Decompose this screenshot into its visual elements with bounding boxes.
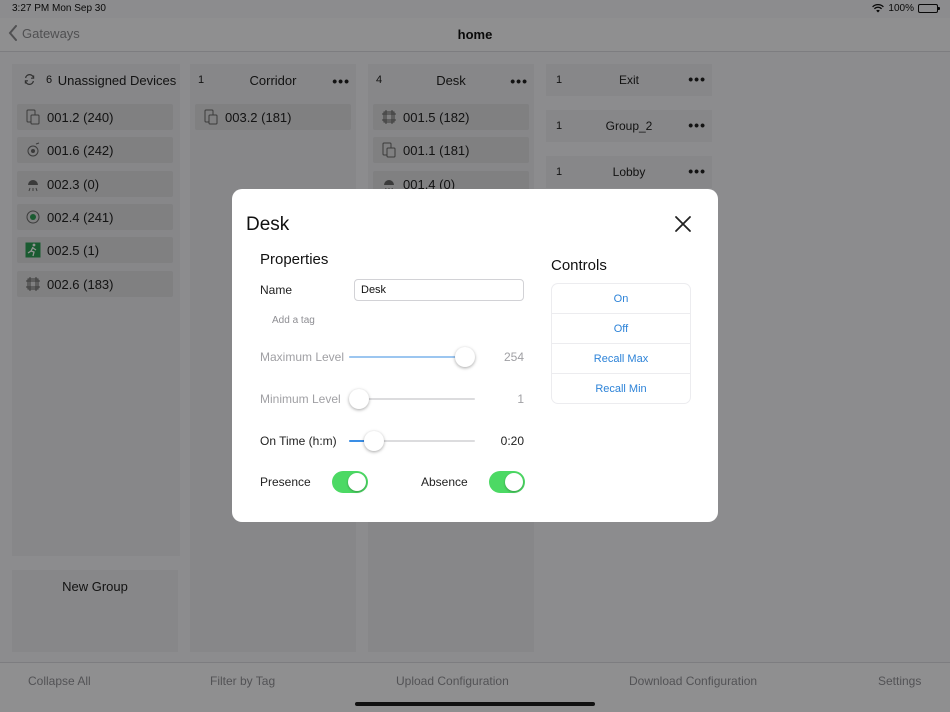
properties-heading: Properties — [260, 251, 329, 268]
minimum-level-label: Minimum Level — [260, 392, 341, 406]
minimum-level-value: 1 — [517, 392, 524, 406]
maximum-level-value: 254 — [503, 350, 524, 364]
absence-toggle[interactable] — [489, 471, 525, 493]
add-tag-button[interactable]: Add a tag — [272, 315, 315, 326]
on-time-label: On Time (h:m) — [260, 434, 337, 448]
control-recall-min-button[interactable]: Recall Min — [552, 374, 690, 403]
controls-list: On Off Recall Max Recall Min — [552, 284, 690, 403]
control-recall-max-button[interactable]: Recall Max — [552, 344, 690, 374]
home-indicator — [355, 702, 595, 706]
name-field[interactable] — [354, 279, 524, 301]
group-properties-dialog: Desk Properties Name Add a tag Maximum L… — [232, 189, 718, 522]
maximum-level-label: Maximum Level — [260, 350, 345, 364]
slider-thumb[interactable] — [455, 347, 475, 367]
control-on-button[interactable]: On — [552, 284, 690, 314]
presence-label: Presence — [260, 475, 311, 489]
slider-thumb[interactable] — [349, 389, 369, 409]
close-icon[interactable] — [674, 215, 692, 233]
absence-label: Absence — [421, 475, 468, 489]
on-time-slider[interactable] — [349, 429, 475, 453]
minimum-level-slider[interactable] — [349, 387, 475, 411]
control-off-button[interactable]: Off — [552, 314, 690, 344]
maximum-level-slider[interactable] — [349, 345, 475, 369]
slider-thumb[interactable] — [364, 431, 384, 451]
controls-heading: Controls — [551, 257, 607, 274]
presence-toggle[interactable] — [332, 471, 368, 493]
dialog-title: Desk — [246, 214, 290, 235]
on-time-value: 0:20 — [500, 434, 524, 448]
name-label: Name — [260, 283, 293, 297]
